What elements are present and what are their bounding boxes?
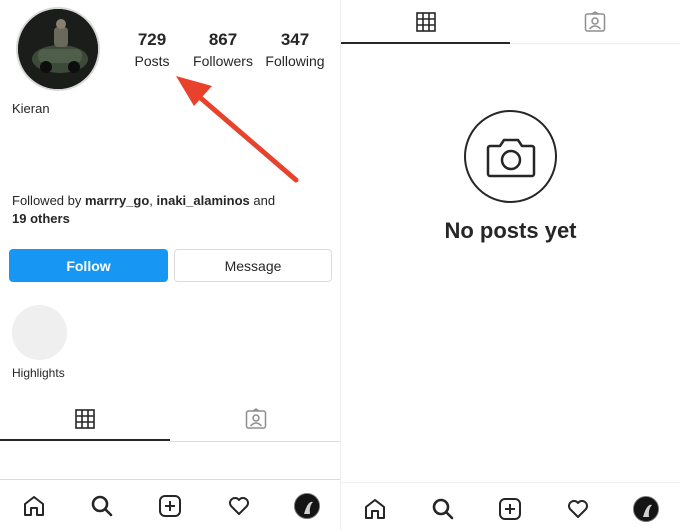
empty-profile-panel: No posts yet — [341, 0, 680, 530]
followed-by-text[interactable]: Followed by marrry_go, inaki_alaminos an… — [12, 192, 312, 228]
grid-icon — [75, 409, 95, 429]
avatar — [293, 493, 320, 519]
followers-count: 867 — [208, 30, 238, 49]
tab-divider — [170, 441, 341, 442]
search-icon — [432, 498, 453, 520]
camera-ring — [464, 110, 557, 203]
nav-search[interactable] — [85, 489, 119, 523]
tab-divider-right — [510, 43, 680, 44]
highlights-label: Highlights — [12, 366, 65, 380]
home-icon — [24, 496, 45, 516]
nav-profile[interactable] — [290, 489, 324, 523]
nav-divider — [0, 479, 341, 480]
active-tab-indicator — [0, 439, 170, 441]
nav-new-post[interactable] — [493, 492, 527, 526]
stat-followers[interactable]: 867 Followers — [183, 30, 263, 69]
nav-profile[interactable] — [629, 492, 663, 526]
followed-by-and: and — [249, 193, 276, 208]
tagged-icon — [584, 11, 606, 32]
nav-home[interactable] — [358, 492, 392, 526]
camera-icon — [486, 138, 535, 177]
tab-posts-grid[interactable] — [0, 397, 170, 441]
heart-icon — [568, 500, 589, 518]
nav-activity[interactable] — [222, 489, 256, 523]
profile-avatar[interactable] — [16, 7, 100, 91]
profile-username: Kieran — [12, 101, 50, 116]
following-count: 347 — [280, 30, 310, 49]
grid-icon — [415, 12, 436, 32]
nav-home[interactable] — [17, 489, 51, 523]
mutual-user-1[interactable]: marrry_go — [85, 193, 149, 208]
followed-by-prefix: Followed by — [12, 193, 85, 208]
no-posts-title: No posts yet — [444, 218, 577, 243]
following-label: Following — [265, 53, 325, 69]
highlight-circle[interactable] — [12, 305, 67, 360]
nav-activity[interactable] — [561, 492, 595, 526]
plus-square-icon — [159, 495, 182, 517]
nav-search[interactable] — [426, 492, 460, 526]
plus-square-icon — [499, 498, 522, 520]
tagged-icon — [245, 408, 266, 429]
mutual-user-2[interactable]: inaki_alaminos — [157, 193, 250, 208]
search-icon — [91, 495, 113, 517]
bottom-nav-right — [341, 484, 680, 530]
mutual-others[interactable]: 19 others — [12, 211, 70, 226]
nav-divider-right — [341, 482, 680, 483]
stat-following[interactable]: 347 Following — [255, 30, 335, 69]
nav-new-post[interactable] — [153, 489, 187, 523]
heart-icon — [228, 497, 249, 515]
active-tab-indicator — [341, 42, 510, 44]
followers-label: Followers — [193, 53, 253, 69]
profile-panel: 729 Posts 867 Followers 347 Following Ki… — [0, 0, 341, 530]
profile-tabs-right — [341, 0, 680, 44]
home-icon — [364, 499, 385, 519]
follow-button[interactable]: Follow — [9, 249, 168, 282]
bottom-nav — [0, 481, 341, 530]
stat-posts[interactable]: 729 Posts — [112, 30, 192, 69]
posts-label: Posts — [134, 53, 170, 69]
tab-posts-grid-right[interactable] — [341, 0, 510, 44]
avatar — [633, 496, 660, 522]
message-button[interactable]: Message — [174, 249, 332, 282]
tab-tagged-right[interactable] — [510, 0, 680, 44]
posts-count: 729 — [137, 30, 167, 49]
profile-tabs — [0, 397, 341, 441]
followed-by-separator: , — [149, 193, 157, 208]
tab-tagged[interactable] — [170, 397, 341, 441]
